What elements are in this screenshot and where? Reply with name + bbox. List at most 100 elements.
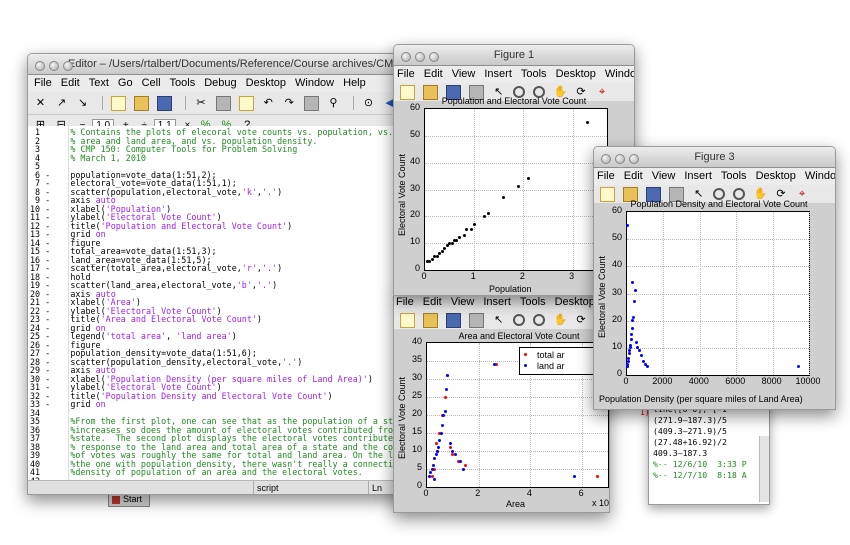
print-icon[interactable]: [469, 312, 485, 328]
save-icon[interactable]: [157, 95, 173, 111]
figure3-titlebar[interactable]: Figure 3: [594, 147, 835, 168]
editor-titlebar[interactable]: Editor – /Users/rtalbert/Documents/Refer…: [28, 54, 433, 75]
history-item[interactable]: (409.3–271.9)/5: [653, 426, 747, 437]
code-line[interactable]: 17 - scatter(total_area,electoral_vote,'…: [30, 264, 433, 273]
figure3-menu-window[interactable]: Window: [805, 170, 835, 182]
legend-blue-marker: [524, 364, 527, 367]
figure2-menu-view[interactable]: View: [451, 296, 475, 308]
editor-menu-desktop[interactable]: Desktop: [246, 77, 286, 89]
zoom-out-icon[interactable]: [533, 314, 546, 327]
pointer-icon[interactable]: ↖: [492, 314, 505, 327]
figure1-menu-edit[interactable]: Edit: [424, 68, 443, 80]
figure1-menu-file[interactable]: File: [397, 68, 415, 80]
new-figure-icon[interactable]: [600, 186, 615, 202]
arrow-down-icon[interactable]: ↘: [76, 97, 89, 110]
find-icon[interactable]: ⚲: [327, 97, 340, 110]
figure3-menu-edit[interactable]: Edit: [624, 170, 643, 182]
history-scrollbar[interactable]: [759, 436, 769, 502]
cut-icon[interactable]: ✕: [34, 97, 47, 110]
figure1-menu-view[interactable]: View: [452, 68, 476, 80]
editor-menu-tools[interactable]: Tools: [170, 77, 196, 89]
editor-menu-go[interactable]: Go: [118, 77, 133, 89]
history-item[interactable]: (271.9–187.3)/5: [653, 415, 747, 426]
close-light-icon[interactable]: [401, 52, 411, 62]
print-icon[interactable]: [303, 95, 319, 111]
figure2-menu-edit[interactable]: Edit: [423, 296, 442, 308]
undo-icon[interactable]: ↶: [262, 97, 275, 110]
figure1-titlebar[interactable]: Figure 1: [394, 45, 634, 66]
code-line[interactable]: 41 %density of population of an area and…: [30, 468, 433, 477]
figure1-plot-title: Population and Electoral Vote Count: [441, 96, 587, 106]
minimize-light-icon[interactable]: [415, 52, 425, 62]
figure3-menu-desktop[interactable]: Desktop: [756, 170, 796, 182]
data-point: [464, 463, 468, 467]
scissors-icon[interactable]: ✂: [195, 97, 208, 110]
close-light-icon[interactable]: [601, 154, 611, 164]
data-point: [461, 467, 465, 471]
editor-menu-file[interactable]: File: [34, 77, 52, 89]
editor-statusbar: script Ln 3: [28, 480, 433, 494]
arrow-icon[interactable]: ↗: [55, 97, 68, 110]
data-point: [459, 460, 463, 464]
open-folder-icon[interactable]: [134, 95, 150, 111]
pan-icon[interactable]: ✋: [553, 314, 567, 327]
redo-icon[interactable]: ↷: [283, 97, 296, 110]
history-list[interactable]: line([0 0], [-1(271.9–187.3)/5(409.3–271…: [653, 404, 747, 481]
grid-line: [427, 451, 608, 452]
editor-menu-window[interactable]: Window: [295, 77, 334, 89]
figure1-ylabel: Electoral Vote Count: [397, 153, 407, 236]
history-item[interactable]: %-- 12/6/10 3:33 P: [653, 459, 747, 470]
close-light-icon[interactable]: [35, 61, 45, 71]
history-item[interactable]: %-- 12/7/10 8:18 A: [653, 470, 747, 481]
new-file-icon[interactable]: [111, 95, 127, 111]
save-icon[interactable]: [446, 312, 462, 328]
figure1-axes[interactable]: [424, 108, 608, 271]
figure3-axes[interactable]: [625, 211, 810, 376]
grid-line: [427, 469, 608, 470]
rotate-icon[interactable]: ⟳: [575, 314, 588, 327]
new-figure-icon[interactable]: [400, 84, 415, 100]
copy-icon[interactable]: [215, 95, 231, 111]
history-item[interactable]: (27.48+16.92)/2: [653, 437, 747, 448]
y-tick-label: 50: [410, 128, 421, 139]
grid-line: [427, 433, 608, 434]
figure1-menu-desktop[interactable]: Desktop: [556, 68, 596, 80]
editor-menu-cell[interactable]: Cell: [142, 77, 161, 89]
editor-menu-text[interactable]: Text: [89, 77, 109, 89]
figure2-menu-file[interactable]: File: [396, 296, 414, 308]
grid-line: [627, 239, 809, 241]
data-point: [630, 327, 634, 331]
zoom-light-icon[interactable]: [63, 61, 73, 71]
code-area[interactable]: 1 % Contains the plots of elecoral vote …: [28, 126, 433, 493]
figure2-menu-tools[interactable]: Tools: [520, 296, 546, 308]
code-line[interactable]: 4 % March 1, 2010: [30, 153, 433, 163]
editor-menu-help[interactable]: Help: [343, 77, 366, 89]
figure1-menu-insert[interactable]: Insert: [484, 68, 512, 80]
figure2-menu-desktop[interactable]: Desktop: [555, 296, 595, 308]
figure2-menu-insert[interactable]: Insert: [483, 296, 511, 308]
history-item[interactable]: 409.3–187.3: [653, 448, 747, 459]
minimize-light-icon[interactable]: [49, 61, 59, 71]
minimize-light-icon[interactable]: [615, 154, 625, 164]
zoom-light-icon[interactable]: [429, 52, 439, 62]
figure1-menu-tools[interactable]: Tools: [521, 68, 547, 80]
figure3-menu-tools[interactable]: Tools: [721, 170, 747, 182]
open-icon[interactable]: [423, 312, 439, 328]
editor-menu-debug[interactable]: Debug: [204, 77, 236, 89]
new-figure-icon[interactable]: [400, 312, 415, 328]
figure1-menu-window[interactable]: Window: [605, 68, 634, 80]
figure3-menu-view[interactable]: View: [652, 170, 676, 182]
x-tick-label: 2: [475, 488, 481, 498]
paste-icon[interactable]: [238, 95, 254, 111]
editor-menu-edit[interactable]: Edit: [61, 77, 80, 89]
data-point: [455, 238, 459, 242]
figure3-menu-file[interactable]: File: [597, 170, 615, 182]
data-point: [430, 467, 434, 471]
figure3-canvas: Population Density and Electoral Vote Co…: [594, 199, 835, 409]
code-line[interactable]: 33 - grid on: [30, 400, 433, 409]
zoom-in-icon[interactable]: [513, 314, 526, 327]
binoculars-icon[interactable]: ⊙: [362, 97, 375, 110]
figure3-menu-insert[interactable]: Insert: [684, 170, 712, 182]
zoom-light-icon[interactable]: [629, 154, 639, 164]
status-mode: script: [253, 481, 357, 494]
